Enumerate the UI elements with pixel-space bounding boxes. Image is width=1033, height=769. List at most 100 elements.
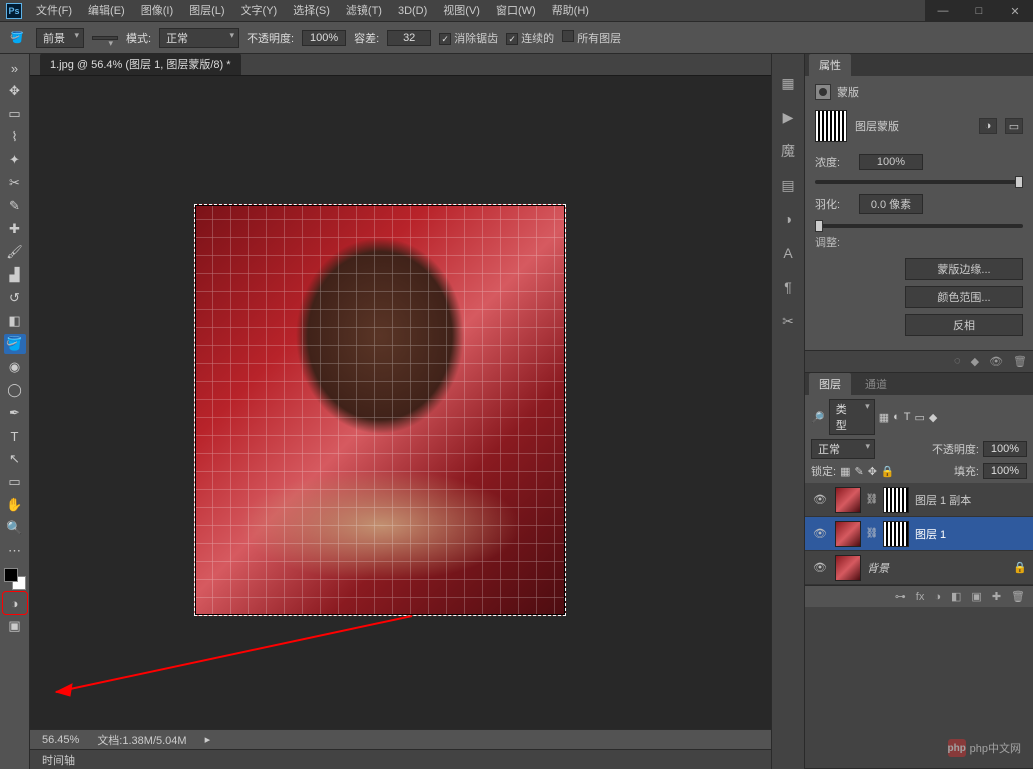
tool-bucket[interactable]: 🪣 <box>4 334 26 354</box>
pattern-picker[interactable] <box>92 36 118 40</box>
add-mask-icon[interactable]: ◑ <box>934 591 941 603</box>
tab-channels[interactable]: 通道 <box>855 373 897 395</box>
window-maximize[interactable]: □ <box>961 0 997 22</box>
dock-icon-paragraph[interactable]: ¶ <box>778 278 798 296</box>
tool-marquee[interactable]: ▭ <box>4 104 26 124</box>
tab-properties[interactable]: 属性 <box>809 54 851 76</box>
window-minimize[interactable]: — <box>925 0 961 22</box>
mask-thumb[interactable] <box>883 487 909 513</box>
tool-lasso[interactable]: ⌇ <box>4 127 26 147</box>
lock-pixels-icon[interactable]: ✎ <box>854 465 863 478</box>
visibility-icon[interactable]: 👁 <box>811 527 829 540</box>
tool-crop[interactable]: ✂ <box>4 173 26 193</box>
layer-thumb[interactable] <box>835 487 861 513</box>
lock-all-icon[interactable]: 🔒 <box>881 465 895 478</box>
filter-kind-dropdown[interactable]: 类型 <box>829 399 875 435</box>
menu-select[interactable]: 选择(S) <box>285 0 338 22</box>
layer-thumb[interactable] <box>835 521 861 547</box>
fill-target-dropdown[interactable]: 前景 <box>36 28 84 48</box>
document-tab[interactable]: 1.jpg @ 56.4% (图层 1, 图层蒙版/8) * <box>40 53 241 75</box>
antialias-checkbox[interactable]: ✓消除锯齿 <box>439 30 498 46</box>
visibility-icon[interactable]: 👁 <box>811 493 829 506</box>
layer-name[interactable]: 图层 1 <box>915 526 1027 542</box>
timeline-tab[interactable]: 时间轴 <box>42 752 75 768</box>
tool-blur[interactable]: ◉ <box>4 357 26 377</box>
delete-mask-icon[interactable]: 🗑 <box>1013 355 1027 368</box>
feather-slider[interactable] <box>815 224 1023 228</box>
invert-button[interactable]: 反相 <box>905 314 1023 336</box>
tool-eyedropper[interactable]: ✎ <box>4 196 26 216</box>
mask-link-icon[interactable]: ⛓ <box>867 526 877 542</box>
dock-icon-character[interactable]: A <box>778 244 798 262</box>
dock-icon-color[interactable]: ◑ <box>778 210 798 228</box>
tool-shape[interactable]: ▭ <box>4 472 26 492</box>
tool-type[interactable]: T <box>4 426 26 446</box>
opacity-input[interactable]: 100% <box>302 30 346 46</box>
layer-row[interactable]: 👁 背景 🔒 <box>805 551 1033 585</box>
tool-pen[interactable]: ✒ <box>4 403 26 423</box>
density-value[interactable]: 100% <box>859 154 923 170</box>
color-swatch[interactable] <box>4 568 26 590</box>
tool-zoom[interactable]: 🔍 <box>4 518 26 538</box>
filter-shape-icon[interactable]: ▭ <box>915 411 925 424</box>
menu-type[interactable]: 文字(Y) <box>233 0 286 22</box>
tool-dodge[interactable]: ◯ <box>4 380 26 400</box>
fx-icon[interactable]: fx <box>916 591 925 603</box>
tool-move[interactable]: ✥ <box>4 81 26 101</box>
dock-icon-tools[interactable]: ✂ <box>778 312 798 330</box>
filter-smart-icon[interactable]: ◆ <box>929 411 937 424</box>
tab-layers[interactable]: 图层 <box>809 373 851 395</box>
alllayers-checkbox[interactable]: 所有图层 <box>562 30 621 46</box>
filter-type-icon[interactable]: T <box>904 411 911 423</box>
menu-edit[interactable]: 编辑(E) <box>80 0 133 22</box>
delete-layer-icon[interactable]: 🗑 <box>1011 590 1025 603</box>
mask-thumb[interactable] <box>883 521 909 547</box>
dock-icon-actions[interactable]: ▶ <box>778 108 798 126</box>
menu-layer[interactable]: 图层(L) <box>181 0 232 22</box>
canvas[interactable] <box>30 76 771 729</box>
dock-icon-swatches[interactable]: ▤ <box>778 176 798 194</box>
pixel-mask-icon[interactable]: ◑ <box>979 118 997 134</box>
new-layer-icon[interactable]: ✚ <box>992 590 1001 603</box>
tool-preset-icon[interactable]: 🪣 <box>6 27 28 49</box>
contiguous-checkbox[interactable]: ✓连续的 <box>506 30 554 46</box>
tool-eraser[interactable]: ◧ <box>4 311 26 331</box>
screenmode-button[interactable]: ▣ <box>4 616 26 636</box>
mask-thumbnail[interactable] <box>815 110 847 142</box>
tolerance-input[interactable]: 32 <box>387 30 431 46</box>
layer-name[interactable]: 背景 <box>867 560 1007 576</box>
zoom-level[interactable]: 56.45% <box>42 734 79 746</box>
vector-mask-icon[interactable]: ▭ <box>1005 118 1023 134</box>
menu-view[interactable]: 视图(V) <box>435 0 488 22</box>
layer-name[interactable]: 图层 1 副本 <box>915 492 1027 508</box>
dock-icon-history[interactable]: ▦ <box>778 74 798 92</box>
collapse-icon[interactable]: » <box>4 58 26 78</box>
doc-info[interactable]: 文档:1.38M/5.04M <box>97 732 186 748</box>
tool-hand[interactable]: ✋ <box>4 495 26 515</box>
visibility-icon[interactable]: 👁 <box>811 561 829 574</box>
window-close[interactable]: ✕ <box>997 0 1033 22</box>
docinfo-menu-icon[interactable]: ▸ <box>205 733 211 746</box>
layer-row[interactable]: 👁 ⛓ 图层 1 <box>805 517 1033 551</box>
tool-stamp[interactable]: ▟ <box>4 265 26 285</box>
load-selection-icon[interactable]: ◌ <box>954 355 961 368</box>
tool-history[interactable]: ↺ <box>4 288 26 308</box>
filter-kind-icon[interactable]: 🔎 <box>811 411 825 424</box>
slider-thumb[interactable] <box>815 220 823 232</box>
dock-icon-brushes[interactable]: 魔 <box>778 142 798 160</box>
menu-image[interactable]: 图像(I) <box>133 0 181 22</box>
apply-mask-icon[interactable]: ◆ <box>971 355 979 368</box>
menu-filter[interactable]: 滤镜(T) <box>338 0 390 22</box>
mask-link-icon[interactable]: ⛓ <box>867 492 877 508</box>
menu-file[interactable]: 文件(F) <box>28 0 80 22</box>
tool-quickselect[interactable]: ✦ <box>4 150 26 170</box>
mask-edge-button[interactable]: 蒙版边缘... <box>905 258 1023 280</box>
foreground-color[interactable] <box>4 568 18 582</box>
color-range-button[interactable]: 颜色范围... <box>905 286 1023 308</box>
tool-brush[interactable]: 🖌 <box>4 242 26 262</box>
menu-help[interactable]: 帮助(H) <box>544 0 597 22</box>
menu-3d[interactable]: 3D(D) <box>390 0 435 22</box>
link-layers-icon[interactable]: ⊶ <box>895 590 906 603</box>
disable-mask-icon[interactable]: 👁 <box>989 355 1003 368</box>
new-fill-icon[interactable]: ◧ <box>951 590 961 603</box>
